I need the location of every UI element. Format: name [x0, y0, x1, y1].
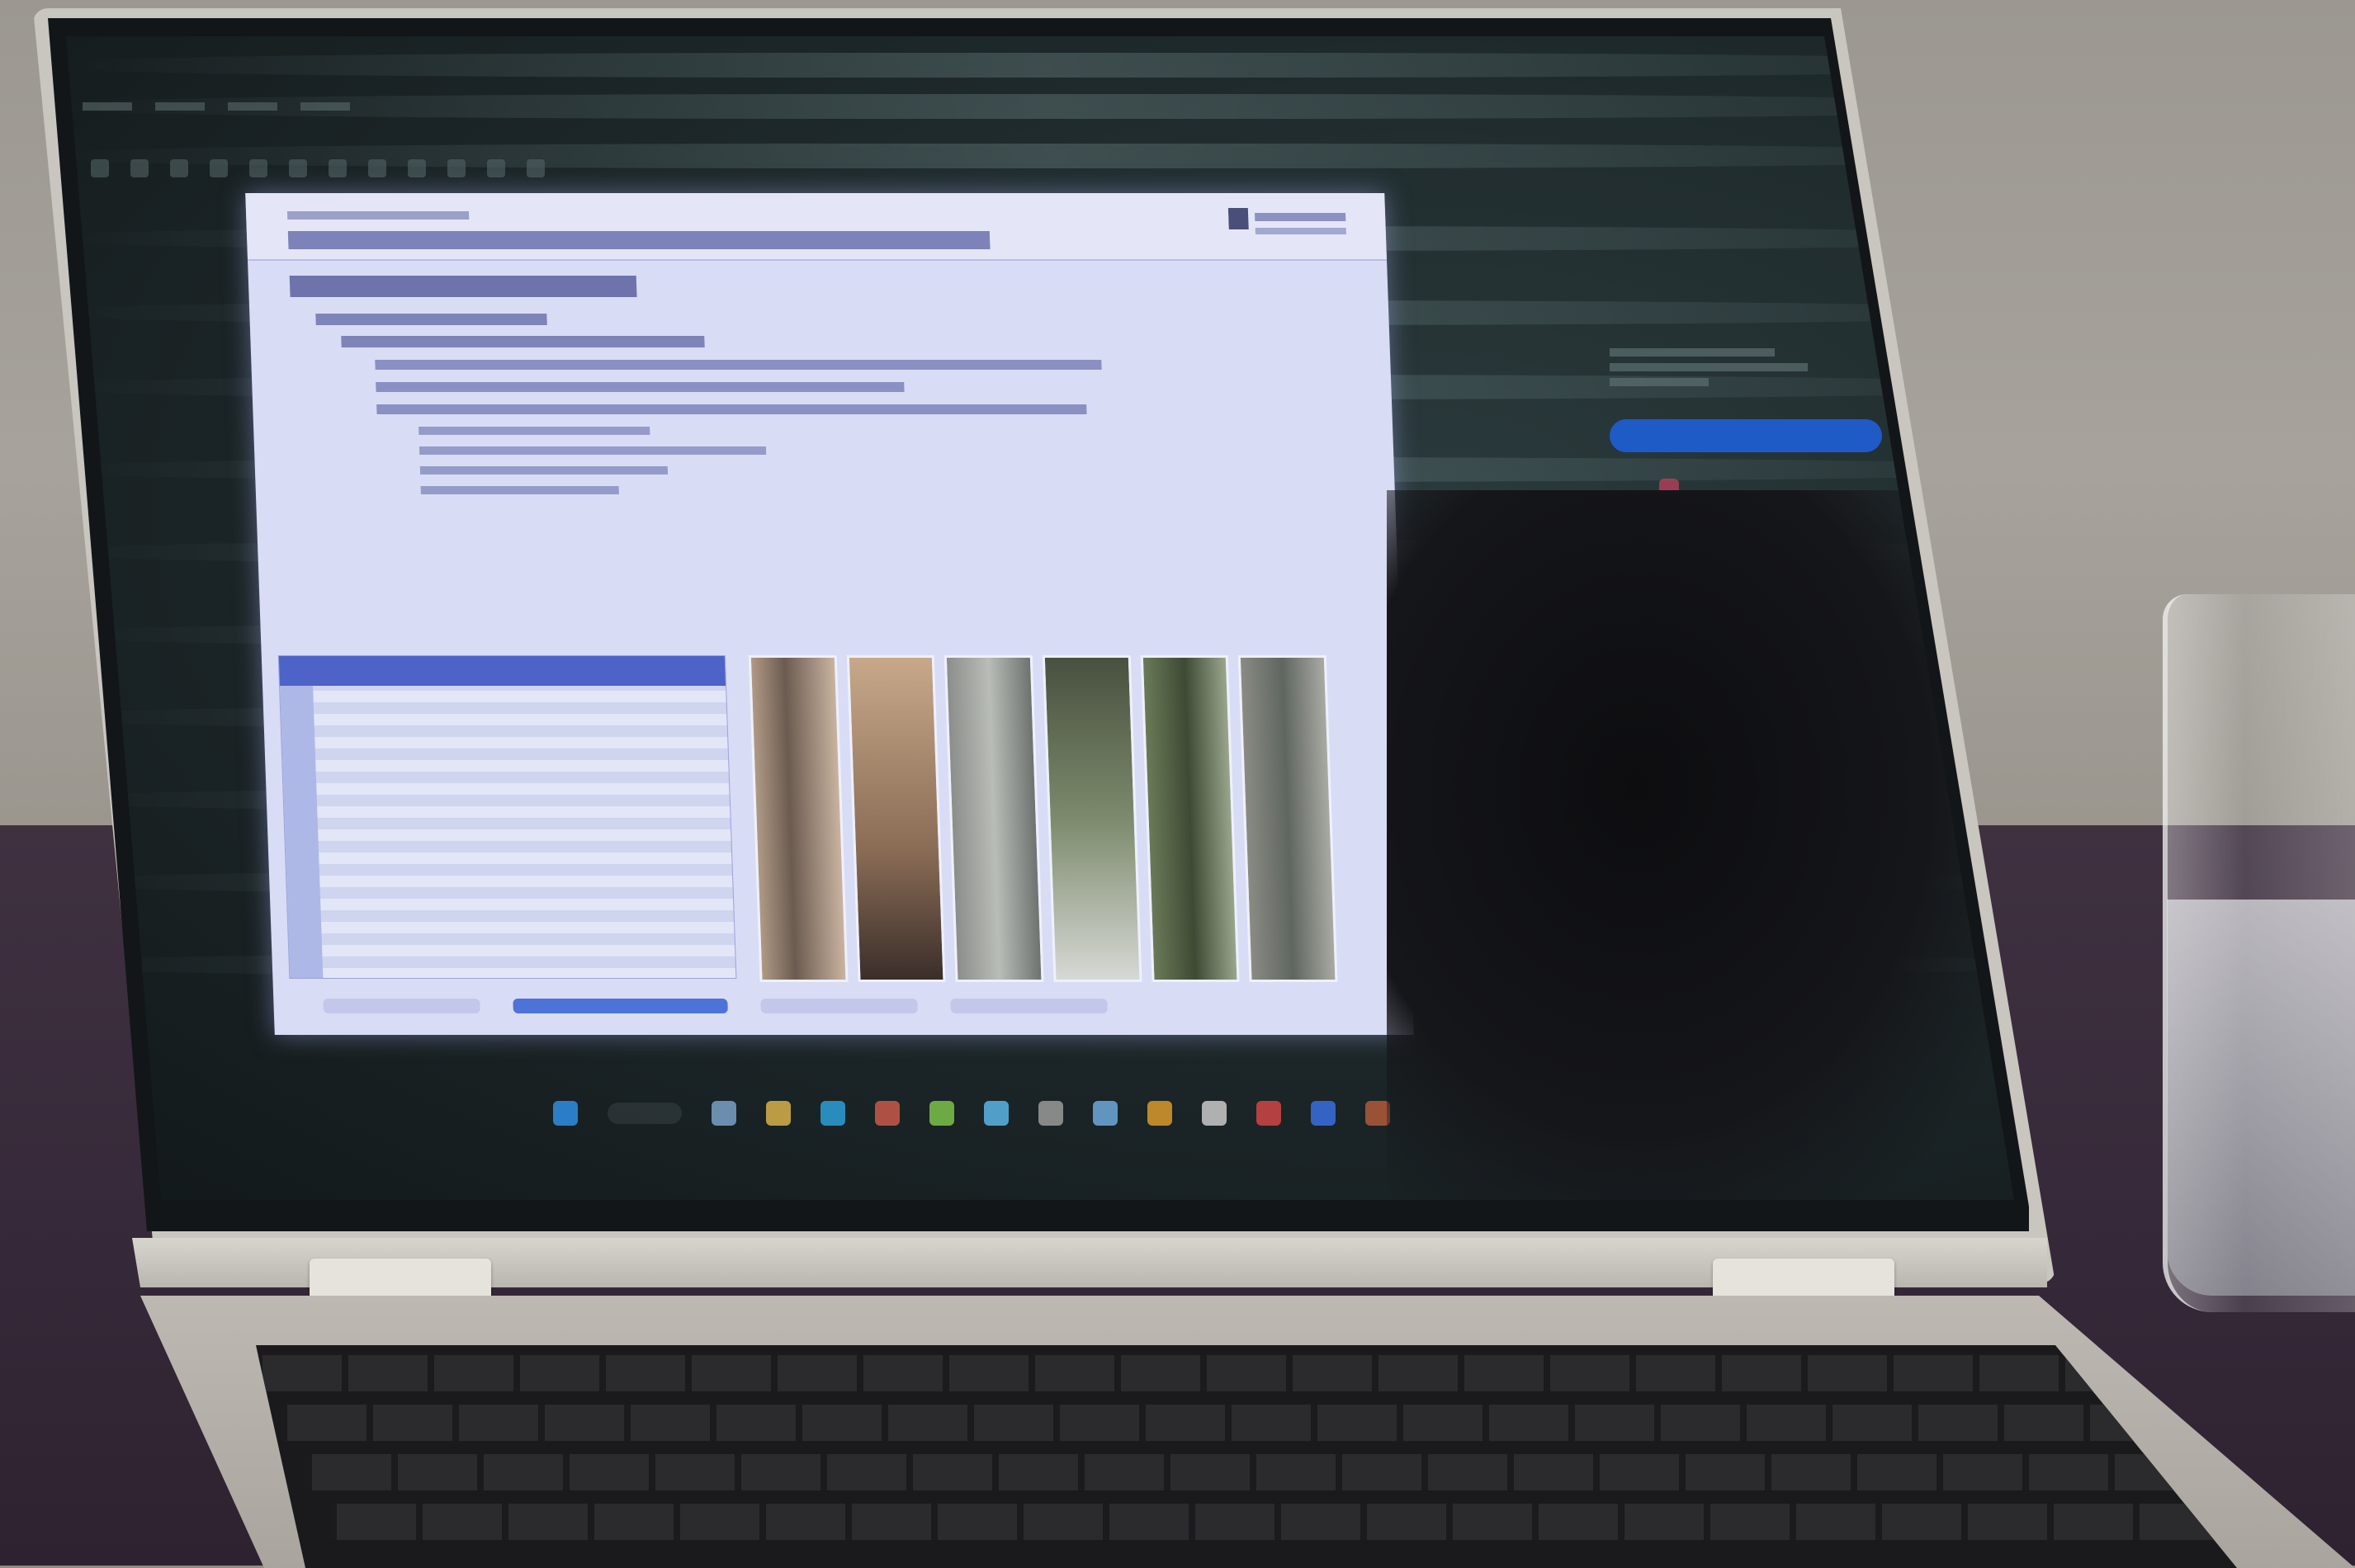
bullet-item [294, 401, 1368, 418]
toolbar-icon[interactable] [170, 159, 188, 177]
data-table [277, 655, 737, 979]
photo [1140, 655, 1240, 982]
toolbar-icon[interactable] [249, 159, 267, 177]
organization-logo [1227, 203, 1354, 249]
toolbar-icon[interactable] [289, 159, 307, 177]
mail-icon[interactable] [1256, 1101, 1281, 1126]
background-app-menubar [83, 102, 660, 127]
water-in-glass [2167, 900, 2355, 1296]
document-tabs [323, 994, 1314, 1018]
tab-active[interactable] [513, 999, 728, 1013]
toolbar-icon[interactable] [527, 159, 545, 177]
photo [1042, 655, 1142, 982]
photo [846, 655, 946, 982]
toolbar-icon[interactable] [487, 159, 505, 177]
toolbar-icon[interactable] [368, 159, 386, 177]
bullet-item [292, 357, 1366, 374]
tab[interactable] [760, 999, 918, 1013]
document-window[interactable] [245, 193, 1414, 1035]
store-icon[interactable] [984, 1101, 1009, 1126]
tab[interactable] [950, 999, 1108, 1013]
document-header [245, 193, 1388, 261]
app-icon[interactable] [1038, 1101, 1063, 1126]
section-heading [289, 276, 637, 297]
numbered-item [295, 423, 1369, 438]
file-explorer-icon[interactable] [766, 1101, 791, 1126]
table-header [278, 656, 726, 686]
app-icon[interactable] [1147, 1101, 1172, 1126]
bullet-item [293, 379, 1367, 396]
numbered-item [296, 443, 1369, 458]
photo [944, 655, 1044, 982]
edge-icon[interactable] [820, 1101, 845, 1126]
document-org-line [286, 211, 470, 220]
task-view-icon[interactable] [712, 1101, 736, 1126]
numbered-item [296, 463, 1370, 478]
app-icon[interactable] [1202, 1101, 1227, 1126]
bullet-item [291, 312, 1364, 329]
search-icon[interactable] [608, 1103, 682, 1124]
toolbar-icon[interactable] [329, 159, 347, 177]
panel-primary-button[interactable] [1610, 419, 1882, 452]
toolbar-icon[interactable] [408, 159, 426, 177]
photo [748, 655, 849, 982]
document-body [289, 276, 1371, 503]
start-menu-icon[interactable] [553, 1101, 578, 1126]
laptop-screen [66, 36, 2014, 1200]
app-icon[interactable] [1093, 1101, 1118, 1126]
app-icon[interactable] [875, 1101, 900, 1126]
search-icon[interactable] [210, 159, 228, 177]
background-app-toolbar [91, 152, 1700, 185]
tab[interactable] [323, 999, 480, 1013]
app-icon[interactable] [1311, 1101, 1336, 1126]
photo [1238, 655, 1338, 982]
keyboard [256, 1345, 2237, 1568]
toolbar-icon[interactable] [447, 159, 466, 177]
toolbar-icon[interactable] [91, 159, 109, 177]
photo-strip [748, 655, 1338, 982]
bullet-item [291, 334, 1365, 352]
numbered-item [296, 483, 1370, 498]
table-first-column [280, 686, 324, 978]
document-title [287, 231, 991, 249]
toolbar-icon[interactable] [130, 159, 149, 177]
app-icon[interactable] [929, 1101, 954, 1126]
